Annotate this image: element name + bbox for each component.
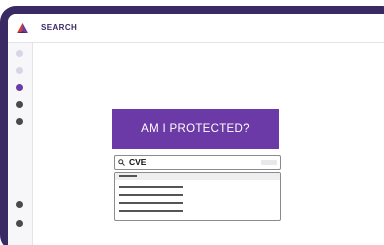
result-row-4[interactable] [119, 210, 183, 212]
result-row-2[interactable] [119, 194, 183, 196]
sidebar-item-4[interactable] [16, 101, 23, 108]
search-input[interactable] [129, 156, 249, 169]
sidebar-item-5[interactable] [16, 118, 23, 125]
results-header [115, 173, 280, 180]
page-title: SEARCH [41, 23, 78, 32]
search-results-dropdown [114, 172, 281, 221]
sidebar-item-2[interactable] [16, 67, 23, 74]
sidebar-item-6[interactable] [16, 201, 23, 208]
result-row-3[interactable] [119, 202, 183, 204]
brand-logo-icon[interactable] [17, 23, 28, 34]
sidebar-item-1[interactable] [16, 50, 23, 57]
main-content: AM I PROTECTED? [33, 43, 384, 245]
result-row-1[interactable] [119, 186, 183, 188]
results-header-text [119, 175, 137, 177]
sidebar-item-7[interactable] [16, 220, 23, 227]
search-icon [118, 159, 125, 166]
top-bar: SEARCH [8, 14, 384, 43]
device-stage: SEARCH AM I PROTECTED? [0, 0, 384, 245]
am-i-protected-button[interactable]: AM I PROTECTED? [112, 109, 279, 149]
search-box[interactable] [114, 155, 281, 170]
sidebar-item-search[interactable] [16, 84, 23, 91]
sidebar [8, 43, 33, 245]
search-clear-button[interactable] [261, 160, 277, 165]
app-screen: SEARCH AM I PROTECTED? [8, 14, 384, 245]
